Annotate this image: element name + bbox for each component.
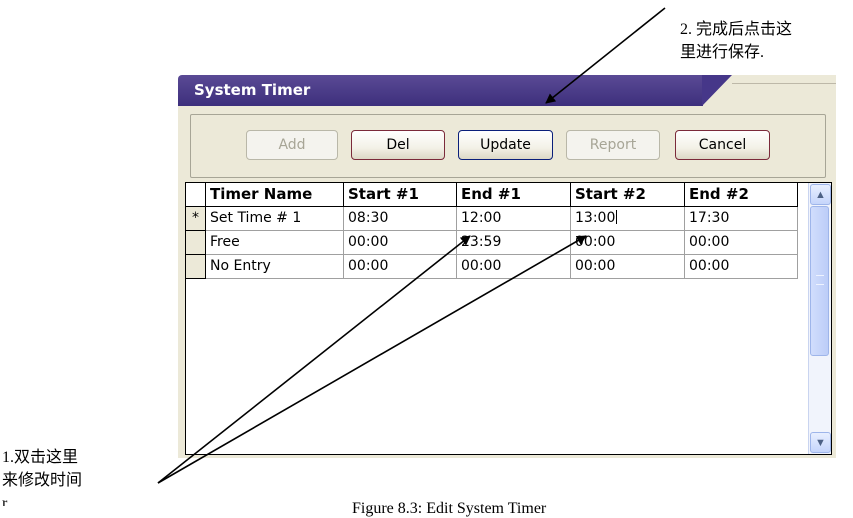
arrow-to-update-area xyxy=(545,7,666,104)
arrow-to-end-1-cell xyxy=(157,235,471,484)
annotation-arrows xyxy=(157,7,666,484)
arrow-to-start-2-cell xyxy=(157,235,587,484)
